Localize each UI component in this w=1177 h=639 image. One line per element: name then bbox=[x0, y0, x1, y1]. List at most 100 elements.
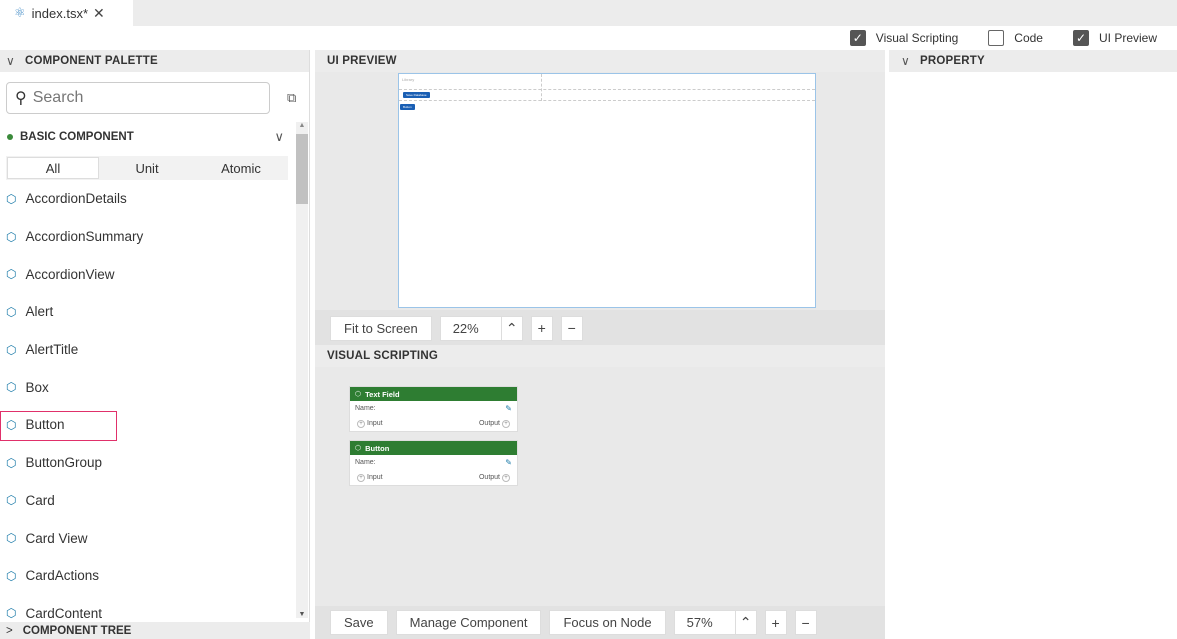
cube-icon: ⬡ bbox=[6, 417, 17, 432]
zoom-value[interactable]: 22% bbox=[439, 315, 502, 341]
preview-text: Library bbox=[402, 77, 415, 82]
cube-icon: ⬡ bbox=[6, 606, 17, 620]
list-item[interactable]: ⬡ Card bbox=[0, 482, 296, 520]
component-palette-panel: ∨ COMPONENT PALETTE ⚲ Search ⧉ BASIC COM… bbox=[0, 50, 310, 639]
tab-label: index.tsx* bbox=[31, 5, 89, 21]
category-label: BASIC COMPONENT bbox=[20, 131, 134, 143]
search-icon: ⚲ bbox=[15, 90, 27, 107]
tab-index-tsx[interactable]: ⚛ index.tsx* ✕ bbox=[0, 0, 133, 26]
list-item[interactable]: ⬡ CardActions bbox=[0, 557, 296, 595]
list-item[interactable]: ⬡ AccordionSummary bbox=[0, 218, 296, 256]
preview-row: Library bbox=[399, 74, 815, 90]
item-label: ButtonGroup bbox=[25, 455, 103, 471]
toggle-code[interactable]: Code bbox=[988, 30, 1043, 46]
palette-scrollbar[interactable]: ▲ ▼ bbox=[296, 122, 308, 618]
toggle-visual-scripting[interactable]: ✓ Visual Scripting bbox=[849, 30, 958, 46]
zoom-out-icon[interactable]: − bbox=[794, 610, 817, 635]
cube-icon: ⬡ bbox=[6, 267, 17, 282]
add-circle-icon: + bbox=[357, 419, 365, 428]
item-label: Button bbox=[25, 417, 65, 433]
item-label: CardContent bbox=[25, 605, 103, 620]
preview-toolbar: Fit to Screen 22% ⌃ + − bbox=[315, 310, 885, 346]
node-header: ⬡ Text Field bbox=[350, 387, 517, 401]
node-name-row: Name: ✎ bbox=[350, 455, 517, 470]
node-button[interactable]: ⬡ Button Name: ✎ + Input Output + bbox=[349, 440, 518, 486]
preview-row bbox=[399, 90, 815, 101]
cube-icon: ⬡ bbox=[6, 342, 17, 357]
focus-on-node-button[interactable]: Focus on Node bbox=[549, 610, 666, 635]
preview-mini-button[interactable]: Save Database bbox=[403, 92, 430, 98]
checkbox-checked-icon[interactable]: ✓ bbox=[849, 30, 866, 46]
tab-bar: ⚛ index.tsx* ✕ bbox=[0, 0, 1177, 26]
list-item[interactable]: ⬡ AccordionDetails bbox=[0, 180, 296, 218]
fit-to-screen-button[interactable]: Fit to Screen bbox=[330, 315, 432, 341]
filter-unit[interactable]: Unit bbox=[100, 156, 194, 180]
ui-preview-canvas[interactable]: Library Save Database Button bbox=[398, 73, 816, 308]
zoom-out-icon[interactable]: − bbox=[560, 315, 583, 341]
ui-preview-title: UI PREVIEW bbox=[327, 55, 397, 67]
toggle-ui-preview[interactable]: ✓ UI Preview bbox=[1072, 30, 1157, 46]
cube-icon: ⬡ bbox=[355, 445, 362, 452]
visual-scripting-canvas[interactable]: ⬡ Text Field Name: ✎ + Input Output + ⬡ Butto… bbox=[315, 368, 885, 606]
zoom-value[interactable]: 57% bbox=[673, 610, 736, 635]
filter-all[interactable]: All bbox=[7, 157, 99, 179]
scroll-down-icon[interactable]: ▼ bbox=[296, 611, 308, 618]
chevron-down-icon[interactable]: ∨ bbox=[274, 129, 284, 145]
list-item[interactable]: ⬡ Box bbox=[0, 368, 296, 406]
zoom-in-icon[interactable]: + bbox=[764, 610, 787, 635]
list-item[interactable]: ⬡ CardContent bbox=[0, 595, 296, 620]
search-placeholder: Search bbox=[32, 89, 84, 106]
cube-icon: ⬡ bbox=[6, 380, 17, 395]
palette-header[interactable]: ∨ COMPONENT PALETTE bbox=[0, 50, 309, 72]
preview-divider bbox=[541, 74, 542, 101]
cube-icon: ⬡ bbox=[6, 191, 17, 206]
edit-icon[interactable]: ✎ bbox=[505, 404, 512, 413]
list-item[interactable]: ⬡ AccordionView bbox=[0, 255, 296, 293]
cube-icon: ⬡ bbox=[6, 304, 17, 319]
save-button[interactable]: Save bbox=[330, 610, 388, 635]
component-tree-header[interactable]: > COMPONENT TREE bbox=[0, 622, 310, 639]
edit-icon[interactable]: ✎ bbox=[505, 458, 512, 467]
checkbox-unchecked-icon[interactable] bbox=[988, 30, 1005, 46]
search-input[interactable]: ⚲ Search bbox=[6, 82, 270, 114]
scroll-up-icon[interactable]: ▲ bbox=[296, 122, 308, 129]
node-output[interactable]: Output + bbox=[479, 419, 512, 428]
list-item-selected[interactable]: ⬡ Button bbox=[0, 406, 296, 444]
scrollbar-thumb[interactable] bbox=[296, 134, 308, 204]
preview-mini-button[interactable]: Button bbox=[400, 104, 415, 110]
node-output[interactable]: Output + bbox=[478, 473, 512, 482]
item-label: AlertTitle bbox=[25, 342, 79, 358]
item-label: Card bbox=[25, 492, 55, 508]
property-title: PROPERTY bbox=[919, 55, 985, 67]
popout-icon[interactable]: ⧉ bbox=[287, 90, 296, 106]
chevron-up-icon[interactable]: ⌃ bbox=[734, 610, 757, 635]
palette-title: COMPONENT PALETTE bbox=[24, 55, 158, 67]
zoom-in-icon[interactable]: + bbox=[530, 315, 553, 341]
property-header[interactable]: ∨ PROPERTY bbox=[889, 50, 1177, 72]
item-label: CardActions bbox=[25, 568, 100, 584]
node-text-field[interactable]: ⬡ Text Field Name: ✎ + Input Output + bbox=[349, 386, 518, 432]
manage-component-button[interactable]: Manage Component bbox=[395, 610, 542, 635]
node-name-label: Name: bbox=[355, 459, 376, 466]
cube-icon: ⬡ bbox=[6, 455, 17, 470]
cube-icon: ⬡ bbox=[6, 229, 17, 244]
checkbox-checked-icon[interactable]: ✓ bbox=[1072, 30, 1089, 46]
list-item[interactable]: ⬡ ButtonGroup bbox=[0, 444, 296, 482]
chevron-up-icon[interactable]: ⌃ bbox=[500, 315, 523, 341]
input-label: Input bbox=[367, 473, 383, 481]
list-item[interactable]: ⬡ Alert bbox=[0, 293, 296, 331]
node-input[interactable]: + Input bbox=[355, 473, 383, 482]
output-label: Output bbox=[478, 473, 500, 481]
node-input[interactable]: + Input bbox=[355, 419, 383, 428]
input-label: Input bbox=[367, 419, 383, 427]
node-io-row: + Input Output + bbox=[350, 470, 517, 485]
close-icon[interactable]: ✕ bbox=[93, 5, 105, 22]
item-label: Box bbox=[25, 379, 49, 395]
list-item[interactable]: ⬡ AlertTitle bbox=[0, 331, 296, 369]
list-item[interactable]: ⬡ Card View bbox=[0, 519, 296, 557]
add-circle-icon: + bbox=[502, 473, 510, 482]
filter-atomic[interactable]: Atomic bbox=[194, 156, 288, 180]
node-name-row: Name: ✎ bbox=[350, 401, 517, 416]
category-basic-component[interactable]: BASIC COMPONENT ∨ bbox=[0, 126, 296, 148]
toggle-label: UI Preview bbox=[1098, 31, 1157, 45]
